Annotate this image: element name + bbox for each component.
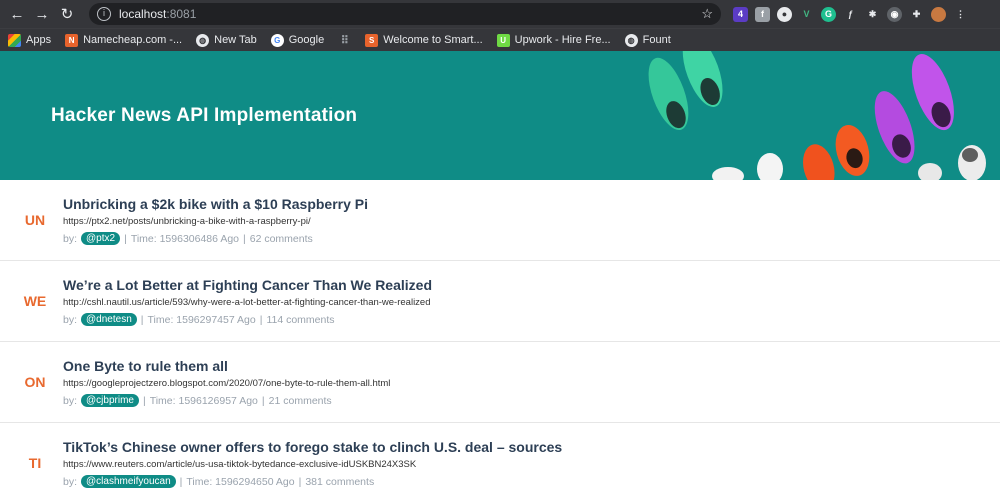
bookmark-label: Fount [642,34,671,46]
list-item: TI TikTok’s Chinese owner offers to fore… [0,423,1000,500]
forward-icon[interactable]: → [31,3,53,25]
list-item: UN Unbricking a $2k bike with a $10 Rasp… [0,180,1000,261]
bookmark-label: Google [288,34,325,46]
url-port: :8081 [166,7,197,21]
story-time: Time: 1596126957 Ago [149,394,258,407]
divider: | [142,394,146,407]
story-meta: by: @cjbprime | Time: 1596126957 Ago | 2… [63,394,980,407]
bookmark-label: New Tab [214,34,257,46]
list-item: ON One Byte to rule them all https://goo… [0,342,1000,423]
extension-icon[interactable]: 4 [733,6,748,22]
list-item: WE We’re a Lot Better at Fighting Cancer… [0,261,1000,342]
story-title-link[interactable]: Unbricking a $2k bike with a $10 Raspber… [63,195,980,213]
puzzle-icon[interactable]: ✚ [909,7,924,22]
browser-toolbar: ← → ↻ i localhost :8081 ☆ 4 f ● V G ƒ ✱ … [0,0,1000,28]
comment-count[interactable]: 62 comments [250,233,313,245]
menu-dots-icon[interactable]: ⋮ [953,7,968,22]
globe-icon: ◍ [624,33,638,47]
extension-icon[interactable]: f [755,6,770,22]
story-initials: UN [24,212,46,228]
extension-icon[interactable]: ◉ [887,6,902,22]
bookmark-label: Namecheap.com -... [83,34,183,46]
bookmark-star-icon[interactable]: ☆ [701,6,713,22]
bookmark-new-tab[interactable]: ◍ New Tab [196,33,257,47]
author-badge[interactable]: @ptx2 [81,232,121,245]
google-icon: G [270,33,284,47]
upwork-icon: U [496,33,510,47]
grid-icon: ⠿ [340,34,349,47]
extension-icon[interactable]: G [821,6,836,22]
bookmark-label: Upwork - Hire Fre... [514,34,611,46]
bookmark-google[interactable]: G Google [270,33,325,47]
extension-icon[interactable]: ● [777,6,792,22]
story-title-link[interactable]: TikTok’s Chinese owner offers to forego … [63,438,980,456]
divider: | [124,232,127,245]
vue-devtools-icon[interactable]: V [799,7,814,22]
page-title: Hacker News API Implementation [51,105,358,126]
by-label: by: [63,313,78,326]
story-initials: ON [24,374,46,390]
bookmark-apps[interactable]: Apps [8,33,52,47]
divider: | [261,394,265,407]
back-icon[interactable]: ← [6,3,28,25]
bookmark-label: Welcome to Smart... [383,34,483,46]
story-meta: by: @dnetesn | Time: 1596297457 Ago | 11… [63,313,980,326]
story-url[interactable]: http://cshl.nautil.us/article/593/why-we… [63,297,980,308]
story-initials: TI [28,455,42,471]
avatar[interactable] [931,6,946,22]
info-icon[interactable]: i [97,7,111,21]
bookmark-label: Apps [26,34,52,46]
extensions-bar: 4 f ● V G ƒ ✱ ◉ ✚ ⋮ [733,6,968,22]
story-title-link[interactable]: One Byte to rule them all [63,357,980,375]
hero-banner: Hacker News API Implementation [0,51,1000,180]
story-time: Time: 1596294650 Ago [186,475,295,488]
reload-icon[interactable]: ↻ [56,3,78,25]
by-label: by: [63,232,78,245]
bookmark-fount[interactable]: ◍ Fount [624,33,671,47]
sneakers-illustration [648,51,986,180]
bookmarks-bar: Apps N Namecheap.com -... ◍ New Tab G Go… [0,28,1000,51]
by-label: by: [63,394,78,407]
bookmark-upwork[interactable]: U Upwork - Hire Fre... [496,33,611,47]
story-url[interactable]: https://www.reuters.com/article/us-usa-t… [63,459,980,470]
story-url[interactable]: https://ptx2.net/posts/unbricking-a-bike… [63,216,980,227]
divider: | [179,475,183,488]
namecheap-icon: N [65,33,79,47]
bookmark-grid[interactable]: ⠿ [338,34,351,47]
divider: | [298,475,302,488]
by-label: by: [63,475,78,488]
extension-icon[interactable]: ƒ [843,7,858,22]
bookmark-smart[interactable]: S Welcome to Smart... [365,33,483,47]
author-badge[interactable]: @cjbprime [81,394,139,407]
address-bar[interactable]: i localhost :8081 ☆ [89,3,721,25]
extension-icon[interactable]: ✱ [865,7,880,22]
divider: | [259,313,263,326]
story-initials: WE [23,293,47,309]
story-meta: by: @clashmeifyoucan | Time: 1596294650 … [63,475,980,488]
story-list: UN Unbricking a $2k bike with a $10 Rasp… [0,180,1000,500]
url-host: localhost [119,7,167,21]
story-time: Time: 1596306486 Ago [130,232,240,245]
author-badge[interactable]: @clashmeifyoucan [81,475,176,488]
story-title-link[interactable]: We’re a Lot Better at Fighting Cancer Th… [63,276,980,294]
comment-count[interactable]: 21 comments [269,395,332,407]
divider: | [140,313,144,326]
comment-count[interactable]: 114 comments [266,314,334,326]
comment-count[interactable]: 381 comments [305,476,374,488]
story-time: Time: 1596297457 Ago [147,313,256,326]
story-url[interactable]: https://googleprojectzero.blogspot.com/2… [63,378,980,389]
author-badge[interactable]: @dnetesn [81,313,137,326]
globe-icon: ◍ [196,33,210,47]
story-meta: by: @ptx2 | Time: 1596306486 Ago | 62 co… [63,232,980,245]
bookmark-namecheap[interactable]: N Namecheap.com -... [65,33,183,47]
apps-grid-icon [8,33,21,47]
divider: | [243,232,246,245]
smart-icon: S [365,33,379,47]
